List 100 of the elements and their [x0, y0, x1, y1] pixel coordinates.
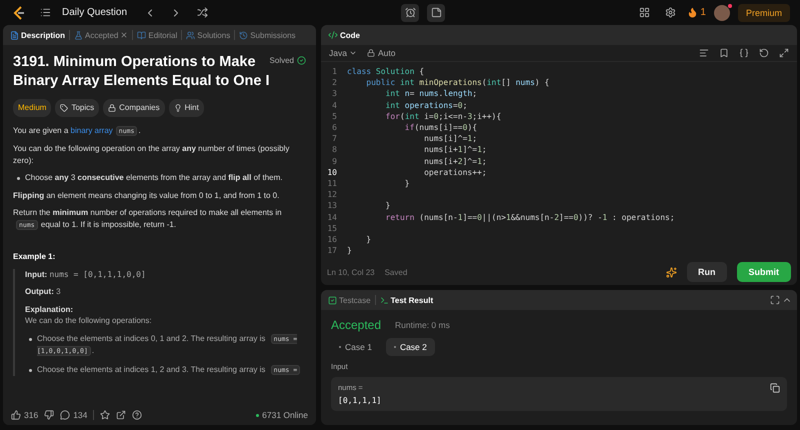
line-number: 4 [331, 100, 338, 111]
line-number: 3 [331, 88, 338, 100]
line-number: 12 [326, 189, 338, 200]
result-tab[interactable]: Testcase [326, 296, 373, 304]
run-button[interactable]: Run [687, 262, 726, 282]
case-tab[interactable]: Case 2 [386, 338, 435, 356]
code-icon [328, 30, 338, 40]
case-tab[interactable]: Case 1 [331, 338, 380, 356]
topic-chip[interactable]: Companies [103, 99, 165, 116]
topic-chip[interactable]: Topics [55, 99, 100, 116]
example-heading: Example 1: [13, 251, 56, 262]
code-line: public int minOperations(int[] nums) { [365, 77, 550, 88]
panel-tab[interactable]: Editorial [135, 30, 180, 40]
code-line: return (nums[n-1]==0||(n>1&&nums[n-2]==0))? -1 : operations; [384, 212, 675, 223]
help-icon[interactable] [132, 410, 142, 420]
bullet-icon [17, 177, 20, 180]
save-status: Saved [384, 268, 408, 276]
expand-icon[interactable] [779, 48, 789, 58]
language-select[interactable]: Java [329, 48, 357, 58]
checkbox-icon [328, 296, 337, 304]
panel-tab[interactable]: Solutions [184, 30, 232, 40]
line-number: 2 [331, 77, 338, 88]
flask-icon [74, 30, 84, 40]
input-label: Input: [25, 270, 48, 278]
chevron-down-icon [348, 49, 357, 57]
like-button[interactable]: 316 [11, 410, 38, 420]
terminal-icon [380, 296, 389, 304]
input-value: [0,1,1,1] [338, 396, 382, 405]
difficulty-tag: Medium [13, 99, 52, 116]
line-number: 11 [326, 178, 338, 190]
lightbulb-icon [174, 104, 182, 112]
history-icon [239, 30, 248, 40]
format-icon[interactable] [699, 48, 709, 58]
line-number: 15 [326, 222, 338, 234]
panel-tab[interactable]: Accepted [72, 30, 130, 40]
code-line: nums[i+1]^=1; [423, 144, 487, 156]
description-paragraph: Flipping an element means changing its value from 0 to 1, and from 1 to 0. [13, 190, 280, 201]
code-line: int n= nums.length; [384, 88, 478, 100]
premium-button[interactable]: Premium [738, 4, 790, 22]
panel-tab[interactable]: Submissions [237, 30, 298, 40]
code-line: nums[i+2]^=1; [423, 156, 487, 167]
book-icon [137, 30, 146, 40]
verdict-text: Accepted [331, 318, 382, 332]
reset-icon[interactable] [759, 48, 769, 58]
lock-icon [366, 49, 375, 57]
line-number: 10 [326, 166, 338, 178]
daily-question-title[interactable]: Daily Question [62, 7, 128, 18]
bullet-icon [29, 338, 32, 340]
online-count: 6731 Online [256, 410, 308, 420]
line-number: 5 [331, 110, 338, 122]
output-label: Output: [25, 287, 54, 296]
result-tab[interactable]: Test Result [378, 296, 436, 304]
panel-tab[interactable]: Description [8, 30, 68, 40]
streak-counter[interactable]: 1 [687, 7, 706, 18]
output-value: 3 [56, 287, 61, 296]
star-icon[interactable] [100, 410, 110, 420]
line-number: 13 [326, 200, 338, 212]
line-number: 16 [326, 234, 338, 246]
code-tab[interactable]: Code [326, 30, 362, 40]
people-icon [186, 30, 196, 40]
bullet-icon [29, 368, 32, 372]
code-line: } [347, 245, 352, 256]
cursor-position: Ln 10, Col 23 [327, 268, 375, 276]
problem-title: 3191. Minimum Operations to Make Binary Array Elements Equal to One I [13, 53, 270, 91]
braces-icon[interactable] [739, 48, 749, 58]
line-number: 1 [331, 66, 338, 78]
fullscreen-icon[interactable] [770, 295, 780, 305]
runtime-text: Runtime: 0 ms [395, 320, 450, 330]
dislike-icon[interactable] [44, 410, 54, 420]
topic-chip[interactable]: Hint [168, 99, 204, 116]
binary-array-link[interactable]: binary array [70, 126, 113, 134]
document-icon [10, 30, 19, 40]
bookmark-icon[interactable] [719, 48, 729, 58]
code-line: for(int i=0;i<=n-3;i++){ [384, 110, 502, 122]
code-line: class Solution { [347, 66, 424, 78]
line-number: 9 [331, 156, 338, 167]
explanation-label: Explanation: [25, 304, 74, 314]
share-icon[interactable] [116, 410, 126, 420]
code-line: int operations=0; [384, 100, 468, 111]
code-line: nums[i]^=1; [423, 133, 478, 144]
note-icon[interactable] [427, 4, 446, 22]
solved-status: Solved [270, 55, 306, 66]
alarm-clock-icon[interactable] [401, 4, 420, 22]
avatar[interactable] [714, 4, 730, 20]
code-line: if(nums[i]==0){ [404, 122, 478, 134]
copy-icon[interactable] [770, 383, 780, 393]
line-number: 14 [326, 212, 338, 223]
auto-mode[interactable]: Auto [366, 48, 396, 58]
line-number: 7 [331, 133, 338, 144]
comments-button[interactable]: 134 [60, 410, 88, 420]
check-circle-icon [297, 56, 306, 66]
line-number: 17 [326, 245, 338, 256]
close-icon[interactable] [120, 31, 128, 39]
bullet-text: Choose any 3 consecutive elements from the array and flip all of them. [25, 172, 282, 184]
code-line: } [365, 234, 372, 246]
code-line: } [384, 200, 390, 212]
sparkle-icon[interactable] [666, 266, 677, 278]
lock-icon [108, 104, 116, 112]
input-value: nums = [0,1,1,1,0,0] [49, 270, 146, 278]
tag-icon [60, 104, 68, 112]
